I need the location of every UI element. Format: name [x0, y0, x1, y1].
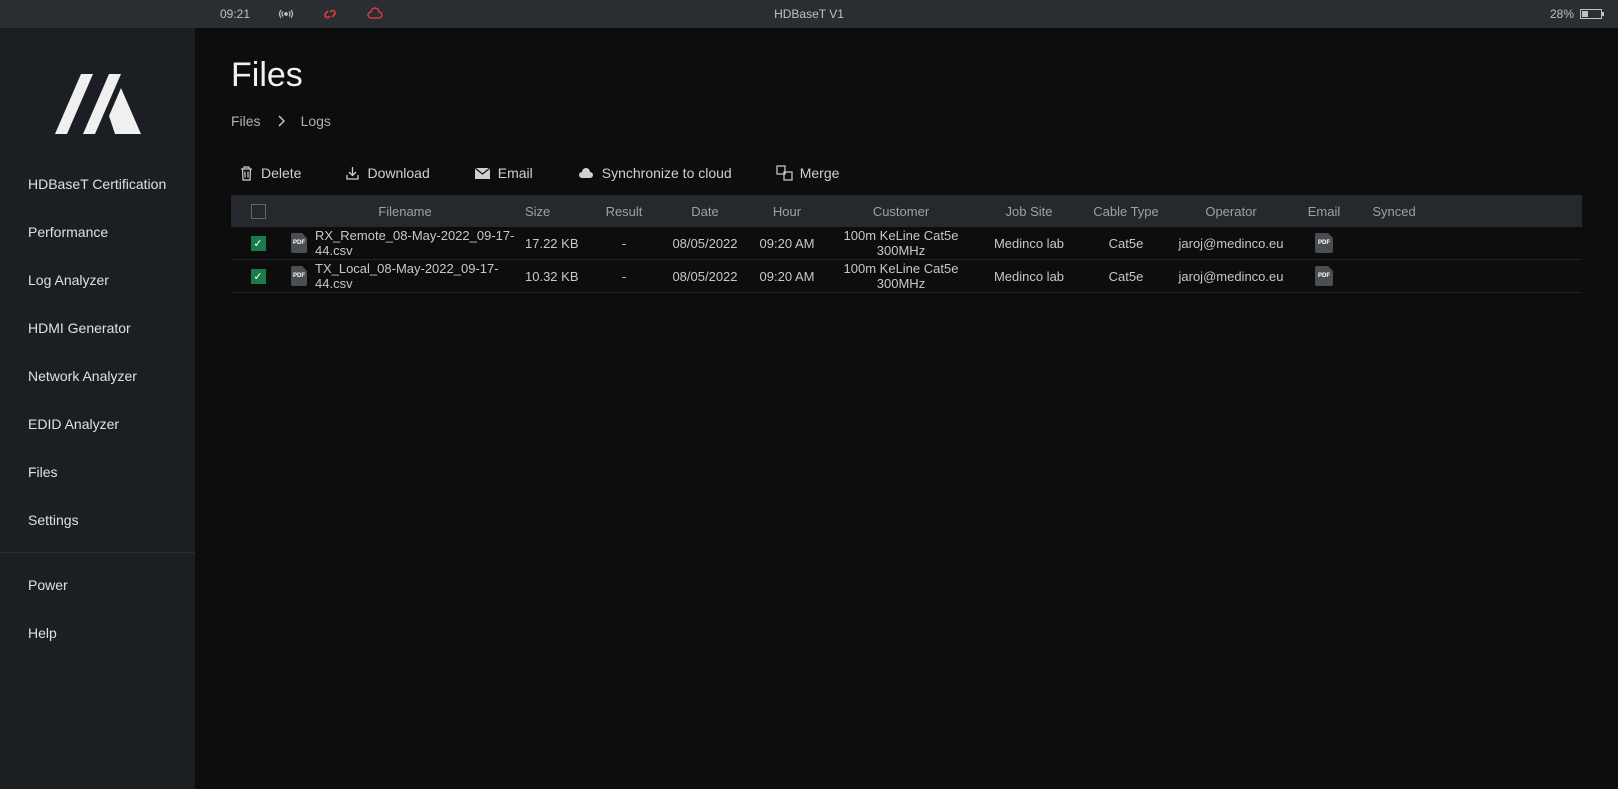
- cell-operator: jaroj@medinco.eu: [1173, 269, 1289, 284]
- cell-result: -: [589, 269, 659, 284]
- cell-filename: RX_Remote_08-May-2022_09-17-44.csv: [315, 228, 525, 258]
- merge-label: Merge: [800, 165, 840, 181]
- cell-jobsite: Medinco lab: [979, 269, 1079, 284]
- battery-percent: 28%: [1550, 7, 1574, 21]
- th-email[interactable]: Email: [1289, 204, 1359, 219]
- cell-cabletype: Cat5e: [1079, 236, 1173, 251]
- email-button[interactable]: Email: [474, 165, 533, 181]
- link-icon: [322, 7, 338, 21]
- th-result[interactable]: Result: [589, 204, 659, 219]
- cloud-icon: [366, 7, 384, 21]
- toolbar: Delete Download Email Synchronize to clo…: [231, 165, 1582, 181]
- th-hour[interactable]: Hour: [751, 204, 823, 219]
- table-row[interactable]: PDF TX_Local_08-May-2022_09-17-44.csv 10…: [231, 260, 1582, 293]
- row-checkbox[interactable]: [251, 236, 266, 251]
- th-jobsite[interactable]: Job Site: [979, 204, 1079, 219]
- file-pdf-icon: PDF: [291, 234, 307, 252]
- table-header: Filename Size Result Date Hour Customer …: [231, 195, 1582, 227]
- cell-date: 08/05/2022: [659, 269, 751, 284]
- cell-size: 17.22 KB: [525, 236, 589, 251]
- th-customer[interactable]: Customer: [823, 204, 979, 219]
- table-row[interactable]: PDF RX_Remote_08-May-2022_09-17-44.csv 1…: [231, 227, 1582, 260]
- battery-icon: [1580, 9, 1602, 19]
- cell-customer: 100m KeLine Cat5e 300MHz: [823, 261, 979, 291]
- sidebar-item-settings[interactable]: Settings: [0, 496, 195, 544]
- cell-hour: 09:20 AM: [751, 236, 823, 251]
- nav-divider: [0, 552, 195, 553]
- sync-label: Synchronize to cloud: [602, 165, 732, 181]
- cell-jobsite: Medinco lab: [979, 236, 1079, 251]
- email-label: Email: [498, 165, 533, 181]
- pdf-email-icon[interactable]: PDF: [1315, 233, 1333, 253]
- breadcrumb-files[interactable]: Files: [231, 113, 261, 129]
- statusbar-title: HDBaseT V1: [774, 7, 844, 21]
- cell-hour: 09:20 AM: [751, 269, 823, 284]
- statusbar: 09:21 HDBaseT V1 28%: [0, 0, 1618, 28]
- sync-button[interactable]: Synchronize to cloud: [577, 165, 732, 181]
- sidebar-item-help[interactable]: Help: [0, 609, 195, 657]
- files-table: Filename Size Result Date Hour Customer …: [231, 195, 1582, 293]
- sidebar-item-hdmi-generator[interactable]: HDMI Generator: [0, 304, 195, 352]
- delete-label: Delete: [261, 165, 301, 181]
- cell-size: 10.32 KB: [525, 269, 589, 284]
- breadcrumb: Files Logs: [231, 113, 1582, 129]
- chevron-right-icon: [277, 115, 285, 127]
- th-size[interactable]: Size: [525, 204, 589, 219]
- main-content: Files Files Logs Delete Download: [195, 28, 1618, 789]
- th-cabletype[interactable]: Cable Type: [1079, 204, 1173, 219]
- cell-cabletype: Cat5e: [1079, 269, 1173, 284]
- sidebar-item-hdbaset-certification[interactable]: HDBaseT Certification: [0, 160, 195, 208]
- sidebar-item-performance[interactable]: Performance: [0, 208, 195, 256]
- sidebar-item-files[interactable]: Files: [0, 448, 195, 496]
- breadcrumb-logs[interactable]: Logs: [301, 113, 331, 129]
- cell-customer: 100m KeLine Cat5e 300MHz: [823, 228, 979, 258]
- download-label: Download: [367, 165, 429, 181]
- cell-filename: TX_Local_08-May-2022_09-17-44.csv: [315, 261, 525, 291]
- sidebar-item-power[interactable]: Power: [0, 561, 195, 609]
- cloud-sync-icon: [577, 167, 595, 180]
- cell-result: -: [589, 236, 659, 251]
- th-operator[interactable]: Operator: [1173, 204, 1289, 219]
- signal-icon: [278, 7, 294, 21]
- pdf-email-icon[interactable]: PDF: [1315, 266, 1333, 286]
- sidebar-item-network-analyzer[interactable]: Network Analyzer: [0, 352, 195, 400]
- download-button[interactable]: Download: [345, 165, 429, 181]
- download-icon: [345, 165, 360, 181]
- statusbar-time: 09:21: [220, 7, 250, 21]
- sidebar-item-edid-analyzer[interactable]: EDID Analyzer: [0, 400, 195, 448]
- logo: [0, 28, 195, 160]
- th-synced[interactable]: Synced: [1359, 204, 1429, 219]
- cell-date: 08/05/2022: [659, 236, 751, 251]
- row-checkbox[interactable]: [251, 269, 266, 284]
- trash-icon: [239, 165, 254, 181]
- sidebar-item-log-analyzer[interactable]: Log Analyzer: [0, 256, 195, 304]
- sidebar: HDBaseT Certification Performance Log An…: [0, 28, 195, 789]
- th-filename[interactable]: Filename: [285, 204, 525, 219]
- merge-icon: [776, 165, 793, 181]
- file-pdf-icon: PDF: [291, 267, 307, 285]
- page-title: Files: [231, 56, 1582, 95]
- cell-operator: jaroj@medinco.eu: [1173, 236, 1289, 251]
- nav-primary: HDBaseT Certification Performance Log An…: [0, 160, 195, 657]
- th-date[interactable]: Date: [659, 204, 751, 219]
- select-all-checkbox[interactable]: [251, 204, 266, 219]
- email-icon: [474, 167, 491, 180]
- merge-button[interactable]: Merge: [776, 165, 840, 181]
- delete-button[interactable]: Delete: [239, 165, 301, 181]
